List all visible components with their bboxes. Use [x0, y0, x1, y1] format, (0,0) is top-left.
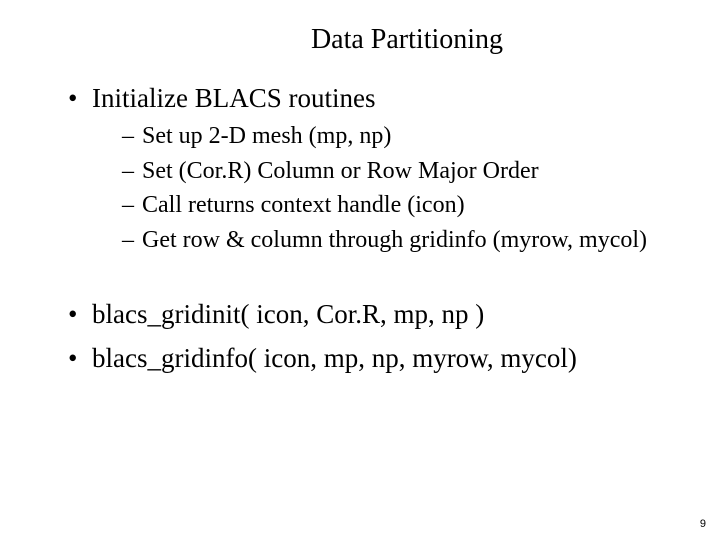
bullet-list-level1: blacs_gridinit( icon, Cor.R, mp, np ) bl…	[68, 296, 670, 377]
bullet-text: blacs_gridinit( icon, Cor.R, mp, np )	[92, 299, 484, 329]
bullet-item: Initialize BLACS routines Set up 2-D mes…	[68, 80, 670, 256]
spacer	[50, 272, 670, 296]
bullet-list-level2: Set up 2-D mesh (mp, np) Set (Cor.R) Col…	[122, 120, 670, 256]
sub-bullet-item: Call returns context handle (icon)	[122, 189, 670, 221]
page-number: 9	[700, 518, 706, 530]
bullet-list-level1: Initialize BLACS routines Set up 2-D mes…	[68, 80, 670, 256]
bullet-text: blacs_gridinfo( icon, mp, np, myrow, myc…	[92, 343, 577, 373]
sub-bullet-text: Set (Cor.R) Column or Row Major Order	[142, 158, 539, 184]
sub-bullet-item: Get row & column through gridinfo (myrow…	[122, 224, 670, 256]
bullet-item: blacs_gridinit( icon, Cor.R, mp, np )	[68, 296, 670, 332]
bullet-item: blacs_gridinfo( icon, mp, np, myrow, myc…	[68, 340, 670, 376]
sub-bullet-text: Set up 2-D mesh (mp, np)	[142, 123, 391, 149]
sub-bullet-text: Get row & column through gridinfo (myrow…	[142, 227, 647, 253]
sub-bullet-item: Set up 2-D mesh (mp, np)	[122, 120, 670, 152]
sub-bullet-item: Set (Cor.R) Column or Row Major Order	[122, 155, 670, 187]
bullet-text: Initialize BLACS routines	[92, 83, 375, 113]
slide: Data Partitioning Initialize BLACS routi…	[0, 0, 720, 540]
slide-title: Data Partitioning	[50, 24, 670, 56]
sub-bullet-text: Call returns context handle (icon)	[142, 192, 465, 218]
